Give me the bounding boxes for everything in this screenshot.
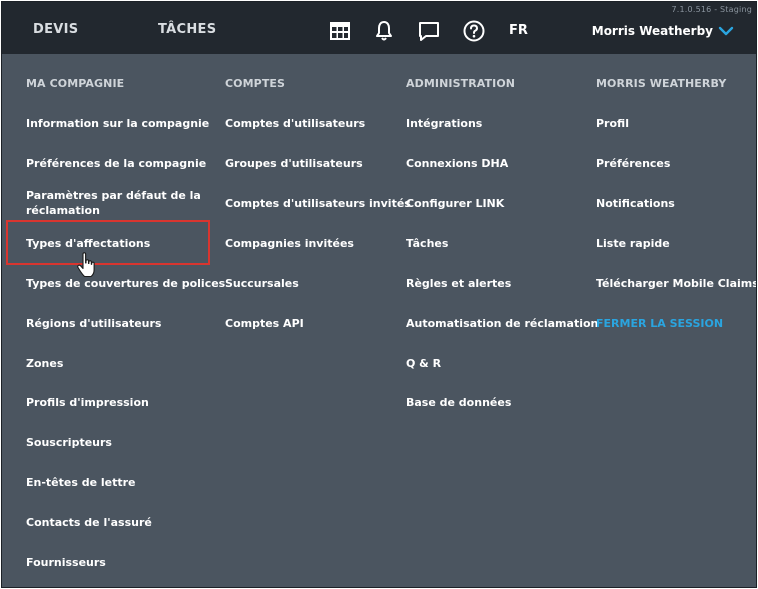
menu-item-comptes-utilisateurs[interactable]: Comptes d'utilisateurs [225,116,365,131]
menu-item-souscripteurs[interactable]: Souscripteurs [26,435,112,450]
dashboard-icon[interactable] [328,19,352,43]
menu-item-parametres-reclamation[interactable]: Paramètres par défaut de la réclamation [26,188,201,218]
menu-item-comptes-api[interactable]: Comptes API [225,316,304,331]
menu-item-contacts-assure[interactable]: Contacts de l'assuré [26,515,152,530]
menu-item-profils-impression[interactable]: Profils d'impression [26,395,149,410]
column-header: MA COMPAGNIE [26,77,125,90]
menu-item-en-tetes-lettre[interactable]: En-têtes de lettre [26,475,136,490]
menu-item-succursales[interactable]: Succursales [225,276,299,291]
menu-item-notifications[interactable]: Notifications [596,196,675,211]
menu-item-preferences-compagnie[interactable]: Préférences de la compagnie [26,156,206,171]
menu-item-groupes-utilisateurs[interactable]: Groupes d'utilisateurs [225,156,363,171]
menu-item-zones[interactable]: Zones [26,356,63,371]
help-icon[interactable] [462,19,486,43]
bell-icon[interactable] [372,19,396,43]
chevron-down-icon[interactable] [718,24,734,38]
tab-devis[interactable]: DEVIS [33,22,78,37]
menu-item-comptes-invites[interactable]: Comptes d'utilisateurs invités [225,196,411,211]
menu-item-telecharger-mobile-claims[interactable]: Télécharger Mobile Claims [596,276,756,291]
menu-item-fournisseurs[interactable]: Fournisseurs [26,555,106,570]
menu-item-configurer-link[interactable]: Configurer LINK [406,196,504,211]
version-label: 7.1.0.516 - Staging [671,5,752,14]
menu-item-connexions-dha[interactable]: Connexions DHA [406,156,508,171]
tab-taches[interactable]: TÂCHES [158,22,216,37]
menu-item-liste-rapide[interactable]: Liste rapide [596,236,670,251]
menu-item-types-couvertures[interactable]: Types de couvertures de polices [26,276,225,291]
user-menu-button[interactable]: Morris Weatherby [592,24,713,38]
language-selector[interactable]: FR [509,23,528,38]
menu-item-q-et-r[interactable]: Q & R [406,356,441,371]
menu-item-regions-utilisateurs[interactable]: Régions d'utilisateurs [26,316,161,331]
column-header: COMPTES [225,77,286,90]
menu-item-profil[interactable]: Profil [596,116,629,131]
menu-item-base-de-donnees[interactable]: Base de données [406,395,511,410]
menu-item-information-compagnie[interactable]: Information sur la compagnie [26,116,209,131]
column-header: ADMINISTRATION [406,77,516,90]
app-window: 7.1.0.516 - Staging DEVIS TÂCHES FR Morr… [1,1,757,588]
menu-item-preferences[interactable]: Préférences [596,156,670,171]
column-header: MORRIS WEATHERBY [596,77,727,90]
chat-icon[interactable] [417,19,441,43]
top-navigation-bar: 7.1.0.516 - Staging DEVIS TÂCHES FR Morr… [2,2,756,54]
menu-item-integrations[interactable]: Intégrations [406,116,482,131]
logout-link[interactable]: FERMER LA SESSION [596,316,723,331]
menu-item-automatisation-reclamation[interactable]: Automatisation de réclamation [406,316,598,331]
menu-item-taches[interactable]: Tâches [406,236,448,251]
hand-pointer-icon [76,252,98,278]
menu-item-types-affectations[interactable]: Types d'affectations [26,236,150,251]
menu-item-compagnies-invitees[interactable]: Compagnies invitées [225,236,354,251]
menu-item-regles-alertes[interactable]: Règles et alertes [406,276,511,291]
